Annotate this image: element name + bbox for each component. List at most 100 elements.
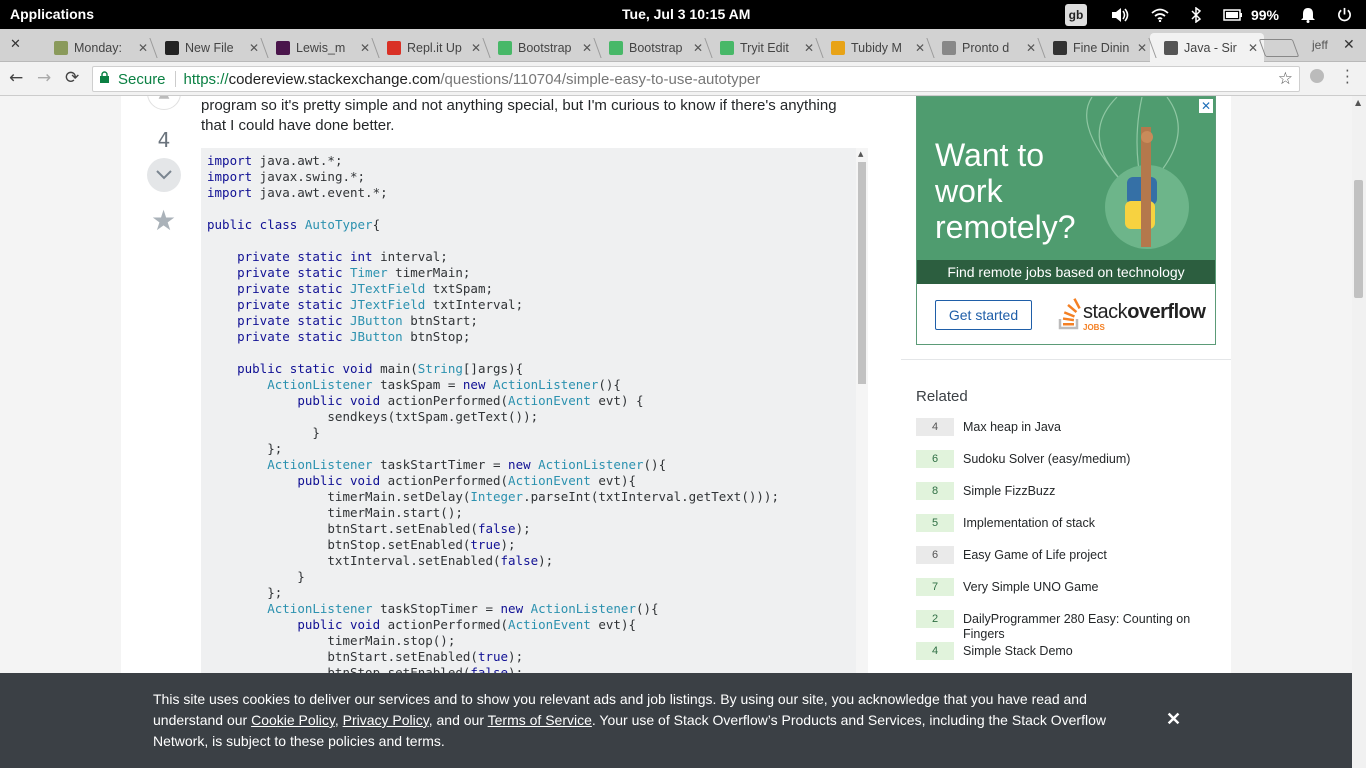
related-question-link[interactable]: Very Simple UNO Game bbox=[963, 580, 1203, 595]
related-question-link[interactable]: Simple Stack Demo bbox=[963, 644, 1203, 659]
window-close-icon[interactable]: ✕ bbox=[1343, 37, 1355, 53]
tab-close-icon[interactable]: ✕ bbox=[249, 41, 259, 55]
stackoverflow-jobs-logo[interactable]: stackoverflow JOBS bbox=[1057, 297, 1206, 335]
back-icon[interactable]: ← bbox=[9, 68, 23, 88]
browser-tab[interactable]: Repl.it Up ✕ bbox=[373, 33, 487, 62]
tab-close-icon[interactable]: ✕ bbox=[1137, 41, 1147, 55]
tab-close-icon[interactable]: ✕ bbox=[1026, 41, 1036, 55]
page-scrollbar[interactable]: ▲ bbox=[1352, 96, 1366, 768]
input-source-indicator[interactable]: gb bbox=[1064, 3, 1087, 26]
related-question-link[interactable]: DailyProgrammer 280 Easy: Counting on Fi… bbox=[963, 612, 1203, 642]
code-token: } bbox=[207, 425, 320, 440]
browser-menu-icon[interactable]: · · · bbox=[1345, 64, 1350, 91]
browser-tab[interactable]: New File ✕ bbox=[151, 33, 265, 62]
bookmark-star-icon[interactable]: ☆ bbox=[1278, 69, 1293, 89]
downvote-icon[interactable] bbox=[147, 158, 181, 192]
tab-close-icon[interactable]: ✕ bbox=[1248, 41, 1258, 55]
code-scrollbar-thumb[interactable] bbox=[858, 162, 866, 384]
extension-icon[interactable] bbox=[1310, 69, 1324, 83]
browser-tab[interactable]: Pronto d ✕ bbox=[928, 33, 1042, 62]
browser-tab[interactable]: Bootstrap ✕ bbox=[595, 33, 709, 62]
tab-close-icon[interactable]: ✕ bbox=[582, 41, 592, 55]
battery-icon[interactable] bbox=[1223, 8, 1243, 21]
new-tab-button[interactable] bbox=[1258, 39, 1300, 57]
code-line: private static Timer timerMain; bbox=[207, 265, 470, 280]
code-line: btnStart.setEnabled(true); bbox=[207, 649, 523, 664]
tab-close-icon[interactable]: ✕ bbox=[360, 41, 370, 55]
code-scrollbar[interactable]: ▲ bbox=[856, 148, 868, 678]
system-clock[interactable]: Tue, Jul 3 10:15 AM bbox=[622, 6, 750, 22]
related-score-badge[interactable]: 6 bbox=[916, 546, 954, 564]
code-token: Timer bbox=[350, 265, 388, 280]
related-score-badge[interactable]: 4 bbox=[916, 418, 954, 436]
related-score-badge[interactable]: 4 bbox=[916, 642, 954, 660]
power-icon[interactable] bbox=[1337, 7, 1352, 22]
browser-tab[interactable]: Fine Dinin ✕ bbox=[1039, 33, 1153, 62]
related-question-link[interactable]: Max heap in Java bbox=[963, 420, 1203, 435]
tab-favicon-icon bbox=[1164, 40, 1178, 55]
browser-tab[interactable]: Tryit Edit ✕ bbox=[706, 33, 820, 62]
code-token: evt){ bbox=[590, 473, 636, 488]
related-score-badge[interactable]: 2 bbox=[916, 610, 954, 628]
related-score-badge[interactable]: 7 bbox=[916, 578, 954, 596]
tab-close-icon[interactable]: ✕ bbox=[915, 41, 925, 55]
forward-icon[interactable]: → bbox=[37, 68, 51, 88]
browser-tab[interactable]: Monday: ✕ bbox=[40, 33, 154, 62]
related-score-badge[interactable]: 6 bbox=[916, 450, 954, 468]
code-token: ActionListener bbox=[538, 457, 644, 472]
bluetooth-icon[interactable] bbox=[1191, 6, 1201, 23]
privacy-policy-link[interactable]: Privacy Policy bbox=[343, 712, 429, 728]
related-score-badge[interactable]: 5 bbox=[916, 514, 954, 532]
ad-headline: Want to work remotely? bbox=[935, 137, 1076, 245]
ad-close-icon[interactable]: ✕ bbox=[1199, 99, 1213, 113]
terms-of-service-link[interactable]: Terms of Service bbox=[488, 712, 592, 728]
address-bar[interactable]: Secure https://codereview.stackexchange.… bbox=[92, 66, 1300, 92]
code-token: timerMain; bbox=[387, 265, 471, 280]
related-question-link[interactable]: Sudoku Solver (easy/medium) bbox=[963, 452, 1203, 467]
related-score-badge[interactable]: 8 bbox=[916, 482, 954, 500]
related-question-link[interactable]: Easy Game of Life project bbox=[963, 548, 1203, 563]
get-started-button[interactable]: Get started bbox=[935, 300, 1032, 330]
code-token: actionPerformed( bbox=[380, 473, 509, 488]
scroll-up-arrow-icon[interactable]: ▲ bbox=[858, 150, 863, 158]
tab-favicon-icon bbox=[942, 40, 956, 55]
tab-close-icon[interactable]: ✕ bbox=[804, 41, 814, 55]
ad-banner[interactable]: Want to work remotely? ✕ Find remote job… bbox=[916, 96, 1216, 345]
reload-icon[interactable]: ⟳ bbox=[65, 68, 79, 88]
stackoverflow-logo-icon bbox=[1058, 298, 1081, 330]
browser-tab[interactable]: Bootstrap ✕ bbox=[484, 33, 598, 62]
cookie-policy-link[interactable]: Cookie Policy bbox=[251, 712, 335, 728]
browser-tab[interactable]: Java - Sir ✕ bbox=[1150, 33, 1264, 62]
close-tab-icon[interactable]: ✕ bbox=[10, 37, 21, 52]
code-token: ActionListener bbox=[267, 601, 373, 616]
favorite-star-icon[interactable]: ★ bbox=[151, 204, 176, 237]
browser-tab[interactable]: Tubidy M ✕ bbox=[817, 33, 931, 62]
wifi-icon[interactable] bbox=[1151, 8, 1169, 22]
tab-close-icon[interactable]: ✕ bbox=[693, 41, 703, 55]
code-token: ); bbox=[515, 521, 531, 536]
code-token: JButton bbox=[350, 329, 403, 344]
profile-name[interactable]: jeff bbox=[1312, 38, 1328, 52]
lock-icon[interactable] bbox=[99, 71, 110, 87]
page-scrollbar-thumb[interactable] bbox=[1354, 180, 1363, 298]
browser-tab[interactable]: Lewis_m ✕ bbox=[262, 33, 376, 62]
code-token: evt) { bbox=[590, 393, 644, 408]
related-question-link[interactable]: Implementation of stack bbox=[963, 516, 1203, 531]
related-question-link[interactable]: Simple FizzBuzz bbox=[963, 484, 1203, 499]
code-line: } bbox=[207, 425, 320, 440]
cookie-close-icon[interactable]: ✕ bbox=[1166, 709, 1181, 730]
notifications-icon[interactable] bbox=[1301, 7, 1315, 23]
page-scroll-up-icon[interactable]: ▲ bbox=[1355, 98, 1361, 107]
tab-close-icon[interactable]: ✕ bbox=[471, 41, 481, 55]
secure-label[interactable]: Secure bbox=[118, 71, 166, 88]
volume-icon[interactable] bbox=[1111, 7, 1129, 23]
code-token: ActionListener bbox=[530, 601, 636, 616]
applications-menu[interactable]: Applications bbox=[10, 6, 94, 22]
tab-close-icon[interactable]: ✕ bbox=[138, 41, 148, 55]
